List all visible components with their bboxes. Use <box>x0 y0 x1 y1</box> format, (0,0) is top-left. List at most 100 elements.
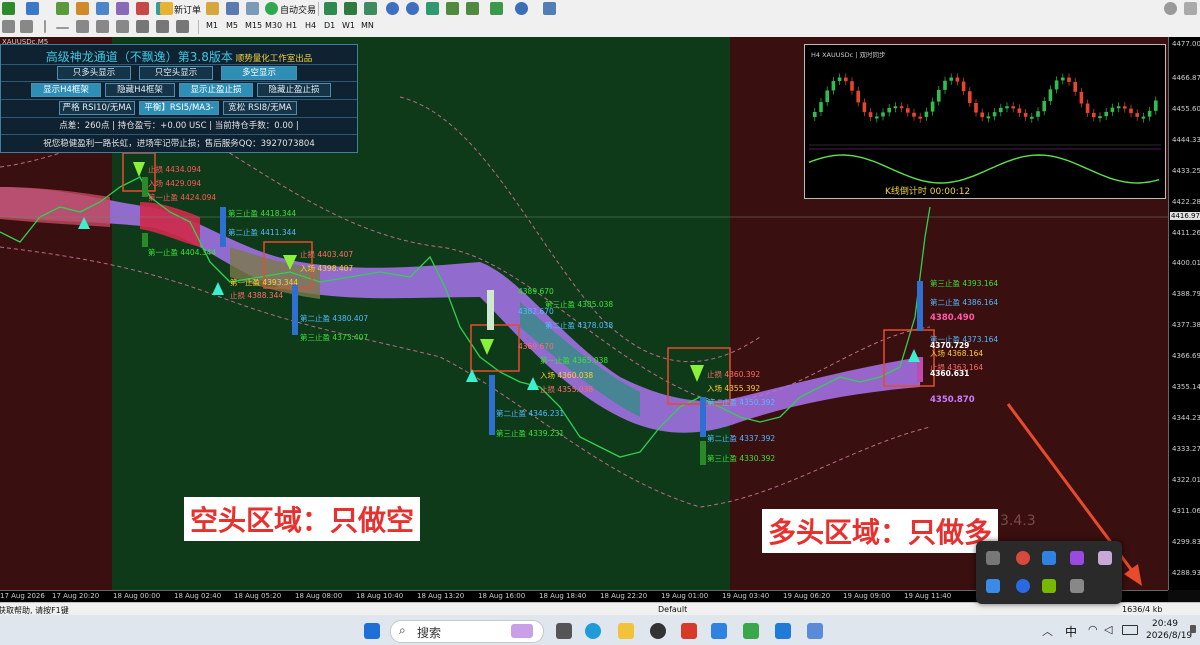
windows-start-icon[interactable] <box>364 623 380 639</box>
tray-app-icon[interactable] <box>1070 579 1084 593</box>
timeframe-d1[interactable]: D1 <box>324 21 335 30</box>
menu-icon[interactable] <box>2 2 15 15</box>
help-search-icon[interactable] <box>1164 2 1177 15</box>
text-icon[interactable] <box>136 20 149 33</box>
periods-icon[interactable] <box>515 2 528 15</box>
zoom-out-icon[interactable] <box>406 2 419 15</box>
current-price-tag: 4416.977 <box>1170 212 1200 220</box>
tray-app-icon[interactable] <box>1042 551 1056 565</box>
balanced-mode-button[interactable]: 平衡】RSI5/MA3- <box>139 101 219 115</box>
bull-zone-text: 多头区域：只做多 <box>762 509 999 553</box>
fibonacci-icon[interactable] <box>116 20 129 33</box>
indicators-icon[interactable] <box>490 2 503 15</box>
tile-windows-icon[interactable] <box>426 2 439 15</box>
timeframe-m15[interactable]: M15 <box>245 21 262 30</box>
show-tp-sl-button[interactable]: 显示止盈止损 <box>179 83 253 97</box>
tray-bluetooth-icon[interactable] <box>1016 579 1030 593</box>
market-watch-icon[interactable] <box>76 2 89 15</box>
candle-body <box>968 91 972 103</box>
crosshair-icon[interactable] <box>20 20 33 33</box>
long-only-button[interactable]: 只多头显示 <box>57 66 131 80</box>
chart-shift-icon[interactable] <box>466 2 479 15</box>
meta-editor-icon[interactable] <box>206 2 219 15</box>
bar-chart-icon[interactable] <box>324 2 337 15</box>
chatgpt-icon[interactable] <box>650 623 666 639</box>
new-order-icon[interactable] <box>160 2 173 15</box>
tray-app-icon[interactable] <box>986 579 1000 593</box>
task-view-icon[interactable] <box>556 623 572 639</box>
timeframe-m30[interactable]: M30 <box>265 21 282 30</box>
level-label: 第一止盈 4350.392 <box>707 398 776 407</box>
file-explorer-icon[interactable] <box>618 623 634 639</box>
new-chart-icon[interactable] <box>26 2 39 15</box>
timeframe-h4[interactable]: H4 <box>305 21 316 30</box>
data-window-icon[interactable] <box>96 2 109 15</box>
taskbar: ⌕ 搜索 ︿ 中 ◠ ◁ 20:49 2026/8/19 <box>0 615 1200 645</box>
new-order-button[interactable]: 新订单 <box>174 3 201 16</box>
battery-icon[interactable] <box>1122 625 1138 635</box>
timeframe-w1[interactable]: W1 <box>342 21 355 30</box>
trendline-icon[interactable] <box>76 20 89 33</box>
app-icon[interactable] <box>711 623 727 639</box>
candle-body <box>1067 77 1071 82</box>
long-short-button[interactable]: 多空显示 <box>221 66 297 80</box>
line-chart-icon[interactable] <box>364 2 377 15</box>
level-label: 4360.631 <box>930 369 970 378</box>
zoom-in-icon[interactable] <box>386 2 399 15</box>
horizontal-line-icon[interactable] <box>56 27 69 29</box>
notification-icon[interactable] <box>1190 625 1196 633</box>
tray-app-icon[interactable] <box>1098 551 1112 565</box>
candle-body <box>955 77 960 82</box>
hide-tp-sl-button[interactable]: 隐藏止盈止损 <box>257 83 331 97</box>
bell-icon[interactable] <box>1184 2 1197 15</box>
loose-mode-button[interactable]: 宽松 RSI8/无MA <box>223 101 297 115</box>
h4-mini-chart[interactable]: H4 XAUUSDc | 双时同步 K线倒计时 00:00:12 <box>804 44 1166 199</box>
candle-body <box>1048 89 1053 102</box>
cursor-icon[interactable] <box>2 20 15 33</box>
timeframe-m1[interactable]: M1 <box>206 21 218 30</box>
hide-h4-button[interactable]: 隐藏H4框架 <box>105 83 175 97</box>
edge-icon[interactable] <box>585 623 601 639</box>
volume-icon[interactable]: ◁ <box>1104 623 1112 636</box>
chevron-up-icon[interactable]: ︿ <box>1042 623 1053 639</box>
candle-chart-icon[interactable] <box>344 2 357 15</box>
label-icon[interactable] <box>156 20 169 33</box>
level-label: 入场 4398.407 <box>300 264 354 273</box>
timeframe-h1[interactable]: H1 <box>286 21 297 30</box>
scroll-chart-icon[interactable] <box>446 2 459 15</box>
short-only-button[interactable]: 只空头显示 <box>139 66 213 80</box>
clock-time[interactable]: 20:49 <box>1152 619 1178 629</box>
templates-icon[interactable] <box>543 2 556 15</box>
ec-app-icon[interactable] <box>681 623 697 639</box>
candle-body <box>961 81 966 92</box>
tray-chrome-icon[interactable] <box>1016 551 1030 565</box>
account-icon[interactable] <box>226 2 239 15</box>
channel-icon[interactable] <box>96 20 109 33</box>
app-icon[interactable] <box>743 623 759 639</box>
taskbar-search[interactable]: ⌕ 搜索 <box>390 620 544 643</box>
tray-nvidia-icon[interactable] <box>1042 579 1056 593</box>
history-icon[interactable] <box>246 2 259 15</box>
level-bar <box>917 281 923 331</box>
app-icon[interactable] <box>775 623 791 639</box>
candle-body <box>850 81 854 91</box>
auto-trade-button[interactable]: 自动交易 <box>280 3 316 16</box>
level-bar <box>142 233 148 247</box>
auto-trade-icon[interactable] <box>265 2 278 15</box>
arrows-icon[interactable] <box>176 20 189 33</box>
app-icon[interactable] <box>807 623 823 639</box>
terminal-icon[interactable] <box>136 2 149 15</box>
timeframe-mn[interactable]: MN <box>361 21 374 30</box>
tray-app-icon[interactable] <box>1070 551 1084 565</box>
clock-date[interactable]: 2026/8/19 <box>1146 631 1192 641</box>
vertical-line-icon[interactable] <box>44 20 46 33</box>
strict-mode-button[interactable]: 严格 RSI10/无MA <box>59 101 135 115</box>
show-h4-button[interactable]: 显示H4框架 <box>31 83 101 97</box>
timeframe-m5[interactable]: M5 <box>226 21 238 30</box>
candle-body <box>1110 107 1115 112</box>
profile-icon[interactable] <box>56 2 69 15</box>
ime-indicator[interactable]: 中 <box>1065 623 1077 640</box>
navigator-icon[interactable] <box>116 2 129 15</box>
tray-app-icon[interactable] <box>986 551 1000 565</box>
wifi-icon[interactable]: ◠ <box>1088 623 1098 636</box>
